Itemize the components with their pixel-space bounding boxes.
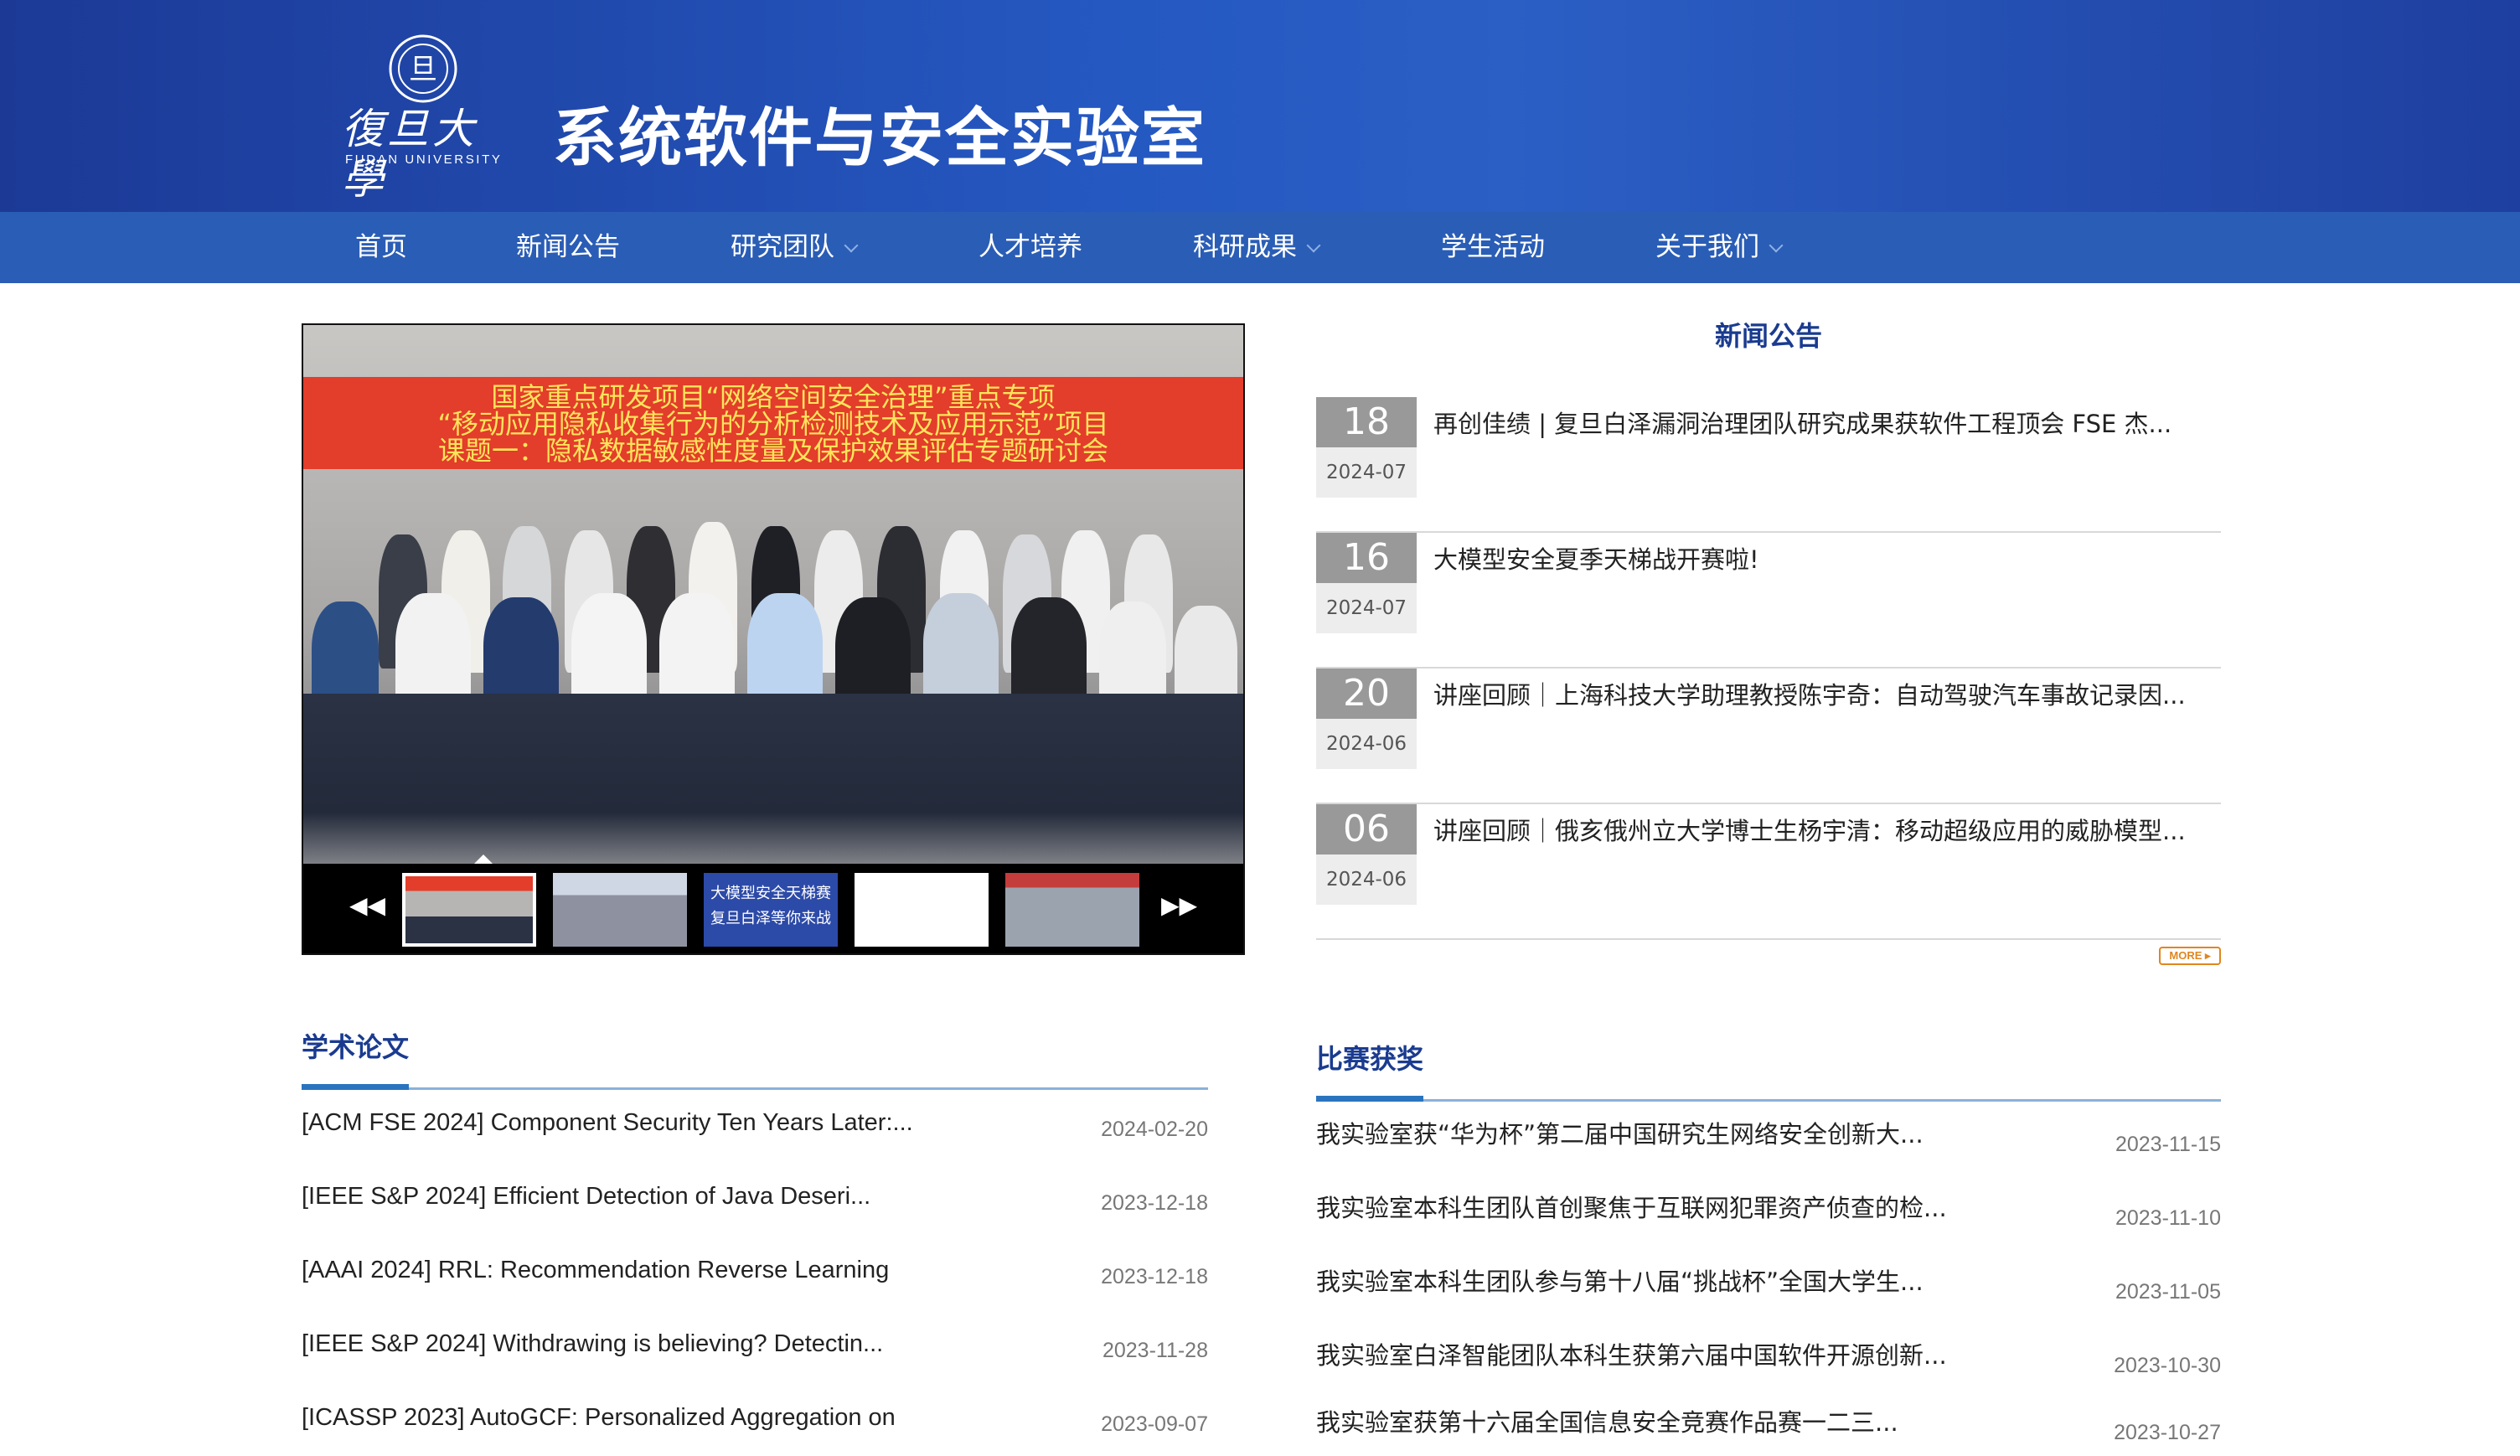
banner-line: “移动应用隐私收集行为的分析检测技术及应用示范”项目 [437,408,1109,440]
papers-rule [302,1087,1208,1090]
paper-title[interactable]: [IEEE S&P 2024] Efficient Detection of J… [302,1180,870,1213]
news-item[interactable]: 06 2024-06 讲座回顾｜俄亥俄州立大学博士生杨宇清：移动超级应用的威胁模… [1316,804,2221,940]
paper-title[interactable]: [ACM FSE 2024] Component Security Ten Ye… [302,1106,913,1139]
news-item[interactable]: 20 2024-06 讲座回顾｜上海科技大学助理教授陈宇奇：自动驾驶汽车事故记录… [1316,669,2221,804]
image-slideshow[interactable]: 国家重点研发项目“网络空间安全治理”重点专项 “移动应用隐私收集行为的分析检测技… [302,323,1245,955]
paper-date: 2023-12-18 [1101,1265,1208,1288]
prev-arrow-icon[interactable]: ◀◀ [349,889,385,922]
banner-line: 课题一：隐私数据敏感性度量及保护效果评估专题研讨会 [437,435,1108,467]
nav-research-results[interactable]: 科研成果 [1193,212,1321,283]
paper-date: 2023-09-07 [1101,1412,1208,1436]
award-row[interactable]: 我实验室本科生团队首创聚焦于互联网犯罪资产侦查的检... 2023-11-10 [1316,1191,2221,1242]
next-arrow-icon[interactable]: ▶▶ [1161,889,1197,922]
award-date: 2023-10-30 [2114,1354,2221,1377]
site-title: 系统软件与安全实验室 [553,101,1206,175]
thumb-caption: 复旦白泽等你来战 [710,910,831,927]
nav-research-team[interactable]: 研究团队 [731,212,859,283]
award-date: 2023-11-10 [2115,1206,2221,1230]
date-box: 18 2024-07 [1316,397,1417,498]
nav-home[interactable]: 首页 [355,212,407,283]
main-nav: 首页 新闻公告 研究团队 人才培养 科研成果 学生活动 关于我们 [0,212,2520,283]
award-title[interactable]: 我实验室白泽智能团队本科生获第六届中国软件开源创新... [1316,1339,1947,1372]
date-box: 16 2024-07 [1316,533,1417,633]
date-day: 16 [1316,533,1417,583]
more-button[interactable]: MORE ▸ [2159,947,2221,965]
nav-news[interactable]: 新闻公告 [516,212,620,283]
awards-rule [1316,1099,2221,1102]
news-title[interactable]: 讲座回顾｜俄亥俄州立大学博士生杨宇清：移动超级应用的威胁模型... [1433,813,2221,849]
nav-label: 学生活动 [1441,232,1545,262]
news-item[interactable]: 18 2024-07 再创佳绩 | 复旦白泽漏洞治理团队研究成果获软件工程顶会 … [1316,397,2221,533]
thumbnail-5[interactable] [1005,873,1139,947]
nav-talent[interactable]: 人才培养 [979,212,1082,283]
thumbnail-strip: ◀◀ 大模型安全天梯赛 复旦白泽等你来战 ▶▶ [303,864,1243,953]
thumbnail-4[interactable] [855,873,989,947]
nav-label: 研究团队 [731,232,834,262]
date-day: 18 [1316,397,1417,447]
paper-date: 2023-11-28 [1102,1339,1208,1362]
date-year-month: 2024-07 [1316,447,1417,498]
news-heading[interactable]: 新闻公告 [1316,316,2221,356]
thumbnail-2[interactable] [553,873,687,947]
nav-label: 人才培养 [979,232,1082,262]
award-row[interactable]: 我实验室获第十六届全国信息安全竞赛作品赛一二三... 2023-10-27 [1316,1406,2221,1456]
thumbnail-3[interactable]: 大模型安全天梯赛 复旦白泽等你来战 [704,873,838,947]
awards-heading[interactable]: 比赛获奖 [1316,1039,1423,1079]
paper-row[interactable]: [ACM FSE 2024] Component Security Ten Ye… [302,1106,1208,1156]
nav-about-us[interactable]: 关于我们 [1655,212,1784,283]
logo-english-name: FUDAN UNIVERSITY [345,152,503,167]
paper-title[interactable]: [ICASSP 2023] AutoGCF: Personalized Aggr… [302,1401,896,1434]
paper-row[interactable]: [AAAI 2024] RRL: Recommendation Reverse … [302,1253,1208,1304]
date-day: 06 [1316,804,1417,854]
nav-label: 新闻公告 [516,232,620,262]
nav-student-activities[interactable]: 学生活动 [1441,212,1545,283]
award-date: 2023-10-27 [2114,1421,2221,1444]
paper-row[interactable]: [IEEE S&P 2024] Efficient Detection of J… [302,1180,1208,1230]
chevron-down-icon [1769,238,1784,253]
news-title[interactable]: 讲座回顾｜上海科技大学助理教授陈宇奇：自动驾驶汽车事故记录因... [1433,677,2221,714]
news-item[interactable]: 16 2024-07 大模型安全夏季天梯战开赛啦! [1316,533,2221,669]
thumbnail-1[interactable] [402,873,536,947]
banner-line: 国家重点研发项目“网络空间安全治理”重点专项 [491,381,1056,413]
slide-photo[interactable]: 国家重点研发项目“网络空间安全治理”重点专项 “移动应用隐私收集行为的分析检测技… [303,325,1243,864]
date-box: 06 2024-06 [1316,804,1417,905]
site-header: 旦 復旦大學 FUDAN UNIVERSITY 系统软件与安全实验室 [0,0,2520,212]
chevron-down-icon [844,238,859,253]
award-row[interactable]: 我实验室获“华为杯”第二届中国研究生网络安全创新大... 2023-11-15 [1316,1118,2221,1168]
papers-heading[interactable]: 学术论文 [302,1027,409,1067]
date-year-month: 2024-07 [1316,583,1417,633]
award-title[interactable]: 我实验室获“华为杯”第二届中国研究生网络安全创新大... [1316,1118,1924,1151]
award-title[interactable]: 我实验室本科生团队参与第十八届“挑战杯”全国大学生... [1316,1265,1924,1299]
chevron-down-icon [1306,238,1321,253]
paper-row[interactable]: [ICASSP 2023] AutoGCF: Personalized Aggr… [302,1401,1208,1451]
slide-table [303,694,1243,864]
date-day: 20 [1316,669,1417,719]
nav-label: 首页 [355,232,407,262]
paper-date: 2024-02-20 [1101,1118,1208,1141]
award-title[interactable]: 我实验室获第十六届全国信息安全竞赛作品赛一二三... [1316,1406,1898,1439]
award-row[interactable]: 我实验室白泽智能团队本科生获第六届中国软件开源创新... 2023-10-30 [1316,1339,2221,1389]
date-year-month: 2024-06 [1316,719,1417,769]
awards-rule-accent [1316,1096,1423,1102]
fudan-logo[interactable]: 旦 復旦大學 FUDAN UNIVERSITY [342,34,503,204]
nav-label: 科研成果 [1193,232,1297,262]
news-title[interactable]: 再创佳绩 | 复旦白泽漏洞治理团队研究成果获软件工程顶会 FSE 杰... [1433,405,2221,442]
paper-title[interactable]: [AAAI 2024] RRL: Recommendation Reverse … [302,1253,889,1287]
university-emblem-icon: 旦 [389,34,457,103]
papers-rule-accent [302,1084,409,1090]
date-box: 20 2024-06 [1316,669,1417,769]
news-title[interactable]: 大模型安全夏季天梯战开赛啦! [1433,541,2221,578]
nav-label: 关于我们 [1655,232,1759,262]
date-year-month: 2024-06 [1316,854,1417,905]
emblem-character: 旦 [409,53,437,86]
paper-date: 2023-12-18 [1101,1191,1208,1215]
slide-banner: 国家重点研发项目“网络空间安全治理”重点专项 “移动应用隐私收集行为的分析检测技… [303,377,1243,469]
award-title[interactable]: 我实验室本科生团队首创聚焦于互联网犯罪资产侦查的检... [1316,1191,1947,1225]
award-date: 2023-11-05 [2115,1280,2221,1304]
award-date: 2023-11-15 [2115,1133,2221,1156]
paper-row[interactable]: [IEEE S&P 2024] Withdrawing is believing… [302,1327,1208,1377]
thumb-caption: 大模型安全天梯赛 [710,885,831,902]
award-row[interactable]: 我实验室本科生团队参与第十八届“挑战杯”全国大学生... 2023-11-05 [1316,1265,2221,1315]
paper-title[interactable]: [IEEE S&P 2024] Withdrawing is believing… [302,1327,883,1360]
